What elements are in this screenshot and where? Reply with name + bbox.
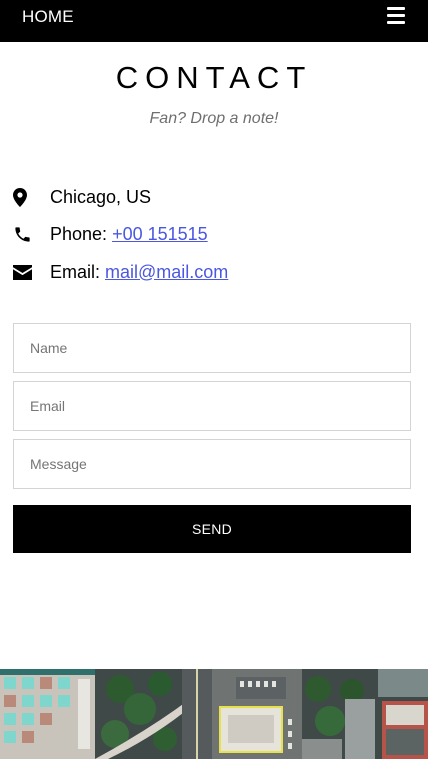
email-row: Email: mail@mail.com — [13, 260, 228, 284]
page-subtitle: Fan? Drop a note! — [149, 110, 279, 127]
page-title: CONTACT — [115, 60, 313, 95]
aerial-city-photo — [0, 669, 428, 759]
phone-label: Phone: — [50, 223, 108, 244]
contact-page: HOME CONTACT Fan? Drop a note! Chicago, … — [0, 0, 428, 759]
email-link[interactable]: mail@mail.com — [105, 262, 228, 283]
phone-link[interactable]: +00 151515 — [112, 224, 208, 245]
home-link[interactable]: HOME — [22, 7, 74, 27]
hamburger-menu-icon[interactable] — [387, 7, 405, 25]
email-label: Email: — [50, 261, 101, 282]
phone-icon — [13, 224, 35, 244]
top-navbar: HOME — [0, 0, 428, 42]
location-text: Chicago, US — [50, 186, 152, 207]
send-button[interactable]: SEND — [13, 505, 411, 553]
name-field[interactable] — [13, 323, 411, 373]
message-field[interactable] — [13, 439, 411, 489]
location-row: Chicago, US — [13, 185, 151, 209]
phone-row: Phone: +00 151515 — [13, 222, 208, 246]
email-field[interactable] — [13, 381, 411, 431]
envelope-icon — [13, 262, 35, 282]
map-marker-icon — [13, 187, 35, 207]
